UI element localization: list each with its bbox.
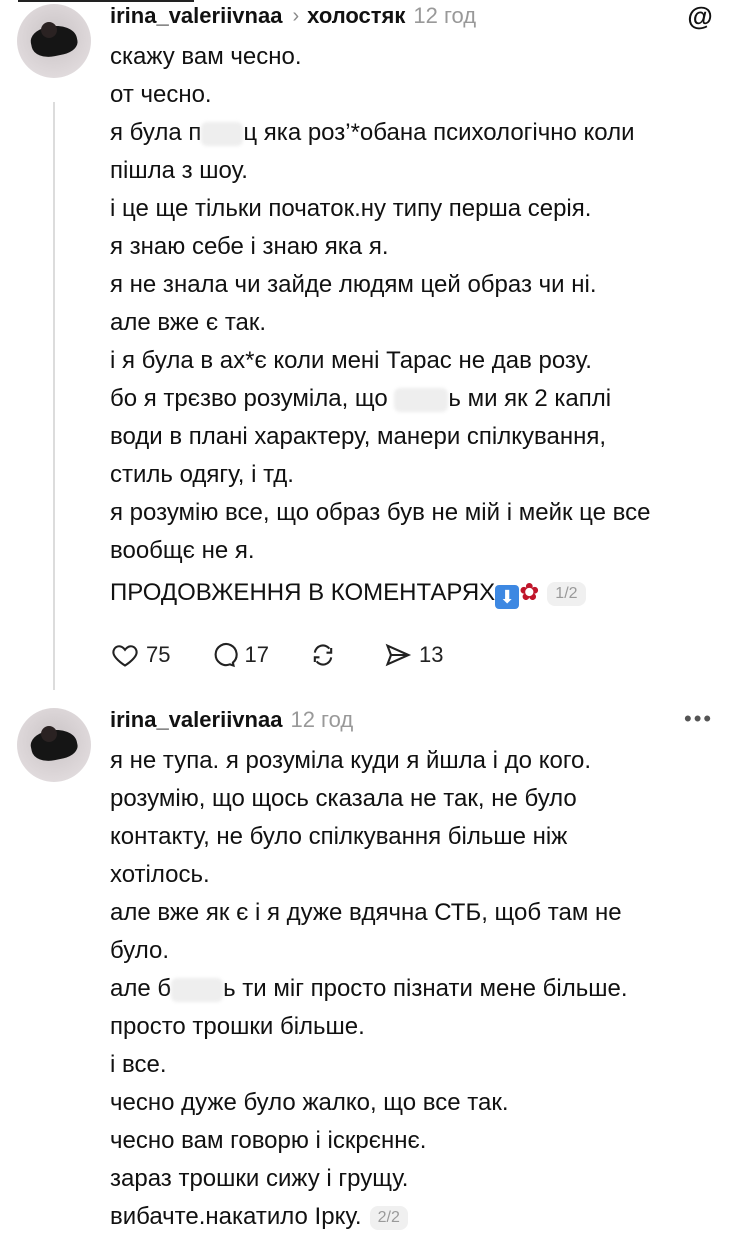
post-header: irina_valeriivnaa 12 год — [110, 706, 353, 734]
page-indicator: 1/2 — [547, 581, 586, 606]
post-line: вибачте.накатило Ірку. 2/2 — [110, 1198, 730, 1236]
rose-emoji-icon: ✿ — [519, 579, 540, 606]
post-line: бо я трєзво розуміла, що ь ми як 2 каплі — [110, 380, 730, 418]
post-line-part: вибачте.накатило Ірку. — [110, 1203, 362, 1230]
comment-bubble-icon — [215, 643, 239, 668]
comment-count: 17 — [244, 642, 269, 667]
post-body: скажу вам чесно. от чесно. я була п ц яка… — [110, 38, 730, 612]
post-line: але б ь ти міг просто пізнати мене більше… — [110, 970, 730, 1008]
post-line: я розумію все, що образ був не мій і мей… — [110, 499, 651, 526]
threads-logo-icon[interactable]: @ — [686, 2, 714, 30]
post-line-part: але б — [110, 975, 172, 1002]
timestamp: 12 год — [413, 3, 477, 28]
post-line: чесно вам говорю і іскрєннє. — [110, 1127, 427, 1154]
post-line: було. — [110, 937, 169, 964]
chevron-right-icon: › — [292, 4, 300, 27]
heart-icon — [112, 645, 138, 667]
username[interactable]: irina_valeriivnaa — [110, 707, 282, 733]
post-line: просто трошки більше. — [110, 1013, 365, 1040]
post-line: я знаю себе і знаю яка я. — [110, 233, 389, 260]
thread-connector-line — [53, 102, 55, 690]
post-line-part: ц яка роз’*обана психологічно коли — [243, 119, 635, 146]
page-indicator: 2/2 — [369, 1205, 408, 1230]
repost-button[interactable] — [307, 641, 345, 669]
post-body: я не тупа. я розуміла куди я йшла і до к… — [110, 742, 730, 1236]
post-line: хотілось. — [110, 861, 210, 888]
post-line-part: бо я трєзво розуміла, що — [110, 385, 395, 412]
more-icon[interactable]: ••• — [684, 706, 713, 732]
like-button[interactable]: 75 — [110, 641, 170, 669]
post-line: і я була в ах*є коли мені Тарас не дав р… — [110, 347, 592, 374]
action-bar: 75 17 13 — [110, 636, 481, 674]
censored-blur — [394, 387, 449, 412]
post-line-part: ь ти міг просто пізнати мене більше. — [223, 975, 628, 1002]
avatar[interactable] — [17, 708, 91, 782]
post-line: але вже є так. — [110, 309, 267, 336]
post-line: контакту, не було спілкування більше ніж — [110, 823, 568, 850]
timestamp: 12 год — [290, 707, 354, 732]
post-line: скажу вам чесно. — [110, 43, 302, 70]
post-line: і це ще тільки початок.ну типу перша сер… — [110, 195, 592, 222]
topic-tag[interactable]: холостяк — [307, 3, 405, 29]
post-line: вообщє не я. — [110, 537, 255, 564]
comment-button[interactable]: 17 — [208, 641, 269, 669]
post-line: ПРОДОВЖЕННЯ В КОМЕНТАРЯХ ⬇ ✿ 1/2 — [110, 574, 730, 612]
post-line: я не тупа. я розуміла куди я йшла і до к… — [110, 747, 592, 774]
share-button[interactable]: 13 — [383, 641, 443, 669]
post-line: чесно дуже було жалко, що все так. — [110, 1089, 509, 1116]
post-line: я була п ц яка роз’*обана психологічно ко… — [110, 114, 730, 152]
censored-blur — [201, 121, 244, 146]
like-count: 75 — [146, 642, 171, 667]
post-line: от чесно. — [110, 81, 212, 108]
share-count: 13 — [418, 642, 444, 667]
username[interactable]: irina_valeriivnaa — [110, 3, 282, 29]
post-line: води в плані характеру, манери спілкуван… — [110, 423, 606, 450]
continuation-text: ПРОДОВЖЕННЯ В КОМЕНТАРЯХ — [110, 579, 496, 606]
post-line: я не знала чи зайде людям цей образ чи н… — [110, 271, 597, 298]
post-line-part: я була п — [110, 119, 202, 146]
repost-icon — [313, 644, 333, 666]
post-line: і все. — [110, 1051, 167, 1078]
post-line: зараз трошки сижу і грущу. — [110, 1165, 409, 1192]
post-line-part: ь ми як 2 каплі — [448, 385, 612, 412]
down-arrow-emoji-icon: ⬇ — [495, 585, 520, 609]
post-line: пішла з шоу. — [110, 157, 248, 184]
post-line: але вже як є і я дуже вдячна СТБ, щоб та… — [110, 899, 622, 926]
post-header: irina_valeriivnaa › холостяк 12 год — [110, 2, 476, 30]
censored-blur — [171, 977, 224, 1002]
post-line: розумію, що щось сказала не так, не було — [110, 785, 577, 812]
send-icon — [385, 643, 412, 667]
post-line: стиль одягу, і тд. — [110, 461, 294, 488]
avatar[interactable] — [17, 4, 91, 78]
